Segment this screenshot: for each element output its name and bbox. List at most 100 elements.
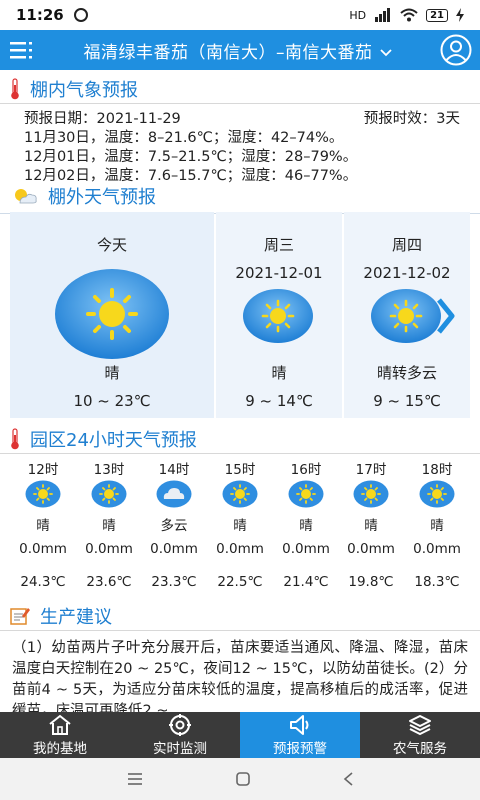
home-button-icon[interactable] bbox=[235, 771, 251, 787]
card-temperature: 9 ~ 14℃ bbox=[245, 392, 313, 410]
alert-icon bbox=[290, 714, 309, 735]
daily-forecast-list[interactable]: 今天 晴 10 ~ 23℃ 周三 2021-12-01 晴 9 ~ 14℃ 周四… bbox=[10, 212, 480, 418]
advice-text: （1）幼苗两片子叶充分展开后，苗床要适当通风、降温、降湿，苗床温度白天控制在20… bbox=[12, 640, 468, 712]
user-icon bbox=[440, 34, 472, 66]
base-selector[interactable]: 福清绿丰番茄（南信大）–南信大番茄 bbox=[44, 38, 432, 63]
hourly-forecast-list[interactable]: 12时 晴 0.0mm 24.3℃ 13时 晴 0.0mm 23.6℃ 14时 … bbox=[0, 456, 480, 606]
home-icon bbox=[49, 714, 71, 735]
base-title: 福清绿丰番茄（南信大）–南信大番茄 bbox=[83, 42, 373, 63]
hour-temperature: 23.3℃ bbox=[151, 574, 197, 590]
nav-label: 农气服务 bbox=[393, 740, 447, 757]
system-navigation-bar bbox=[0, 758, 480, 800]
hour-condition: 多云 bbox=[160, 518, 188, 534]
card-condition: 晴 bbox=[104, 364, 120, 382]
wifi-icon bbox=[400, 8, 418, 22]
hour-rainfall: 0.0mm bbox=[150, 541, 198, 557]
hourly-section-header: 园区24小时天气预报 bbox=[0, 424, 480, 454]
hourly-title: 园区24小时天气预报 bbox=[30, 430, 197, 451]
sun-icon bbox=[222, 480, 258, 508]
hour-condition: 晴 bbox=[299, 518, 313, 534]
hour-time: 18时 bbox=[421, 462, 453, 478]
card-day: 今天 bbox=[96, 236, 127, 254]
hour-rainfall: 0.0mm bbox=[216, 541, 264, 557]
card-day: 周四 bbox=[391, 236, 422, 254]
hour-time: 13时 bbox=[93, 462, 125, 478]
user-button[interactable] bbox=[432, 30, 480, 70]
card-date: 2021-12-01 bbox=[235, 264, 323, 282]
advice-section-header: 生产建议 bbox=[0, 601, 480, 631]
greenhouse-line: 11月30日，温度：8–21.6℃；湿度：42–74%。 bbox=[24, 130, 344, 146]
hour-temperature: 24.3℃ bbox=[20, 574, 66, 590]
greenhouse-section-header: 棚内气象预报 bbox=[0, 74, 480, 104]
nav-agri-service[interactable]: 农气服务 bbox=[360, 712, 480, 758]
hour-rainfall: 0.0mm bbox=[347, 541, 395, 557]
hour-time: 14时 bbox=[158, 462, 190, 478]
layers-icon bbox=[409, 714, 431, 735]
hour-temperature: 22.5℃ bbox=[217, 574, 263, 590]
status-bar: 11:26 HD 21 bbox=[0, 0, 480, 30]
hour-condition: 晴 bbox=[233, 518, 247, 534]
hour-time: 17时 bbox=[355, 462, 387, 478]
card-condition: 晴 bbox=[271, 364, 287, 382]
hour-time: 12时 bbox=[27, 462, 59, 478]
hour-condition: 晴 bbox=[36, 518, 50, 534]
note-icon bbox=[10, 608, 30, 625]
forecast-card-day[interactable]: 周三 2021-12-01 晴 9 ~ 14℃ bbox=[216, 212, 342, 418]
monitor-icon bbox=[169, 713, 191, 736]
back-icon[interactable] bbox=[342, 771, 354, 787]
hour-condition: 晴 bbox=[102, 518, 116, 534]
card-condition: 晴转多云 bbox=[376, 364, 437, 382]
hour-rainfall: 0.0mm bbox=[85, 541, 133, 557]
hour-temperature: 19.8℃ bbox=[348, 574, 394, 590]
hour-time: 15时 bbox=[224, 462, 256, 478]
hour-rainfall: 0.0mm bbox=[413, 541, 461, 557]
card-temperature: 9 ~ 15℃ bbox=[373, 392, 441, 410]
card-temperature: 10 ~ 23℃ bbox=[73, 392, 151, 410]
hour-temperature: 18.3℃ bbox=[414, 574, 460, 590]
sun-icon bbox=[288, 480, 324, 508]
battery-level: 21 bbox=[430, 9, 444, 21]
advice-title: 生产建议 bbox=[40, 607, 112, 628]
nav-monitoring[interactable]: 实时监测 bbox=[120, 712, 240, 758]
partly-cloudy-icon bbox=[15, 189, 37, 204]
sun-icon bbox=[55, 269, 169, 359]
chevron-down-icon bbox=[380, 48, 393, 56]
menu-icon bbox=[10, 42, 32, 59]
nav-my-base[interactable]: 我的基地 bbox=[0, 712, 120, 758]
charging-icon bbox=[456, 8, 464, 22]
nav-label: 实时监测 bbox=[153, 740, 207, 757]
signal-icon bbox=[375, 8, 391, 22]
thermometer-icon bbox=[11, 78, 19, 100]
sun-icon bbox=[371, 289, 441, 343]
recent-apps-icon[interactable] bbox=[126, 772, 144, 786]
sun-icon bbox=[25, 480, 61, 508]
hour-rainfall: 0.0mm bbox=[282, 541, 330, 557]
outdoor-section-header: 棚外天气预报 bbox=[0, 181, 480, 214]
nav-label: 预报预警 bbox=[273, 740, 327, 757]
forecast-card-today[interactable]: 今天 晴 10 ~ 23℃ bbox=[10, 212, 214, 418]
sun-icon bbox=[243, 289, 313, 343]
card-day: 周三 bbox=[263, 236, 294, 254]
hour-condition: 晴 bbox=[430, 518, 444, 534]
thermometer-icon bbox=[11, 428, 19, 450]
greenhouse-forecast: 预报日期：2021-11-29 预报时效：3天 11月30日，温度：8–21.6… bbox=[24, 110, 460, 186]
sun-icon bbox=[91, 480, 127, 508]
nav-label: 我的基地 bbox=[33, 740, 87, 757]
hour-condition: 晴 bbox=[364, 518, 378, 534]
status-icons: HD 21 bbox=[349, 8, 464, 22]
bottom-navigation: 我的基地 实时监测 预报预警 农气服务 bbox=[0, 712, 480, 758]
chevron-right-icon[interactable] bbox=[436, 298, 456, 334]
hour-rainfall: 0.0mm bbox=[19, 541, 67, 557]
sun-icon bbox=[353, 480, 389, 508]
forecast-date: 预报日期：2021-11-29 bbox=[24, 111, 181, 127]
cloud-icon bbox=[156, 480, 192, 508]
outdoor-title: 棚外天气预报 bbox=[48, 187, 156, 208]
nav-forecast-alert[interactable]: 预报预警 bbox=[240, 712, 360, 758]
status-time: 11:26 bbox=[16, 6, 64, 24]
menu-button[interactable] bbox=[0, 30, 44, 70]
hour-temperature: 23.6℃ bbox=[86, 574, 132, 590]
battery-indicator: 21 bbox=[426, 8, 448, 22]
alarm-icon bbox=[73, 8, 88, 22]
forecast-validity: 预报时效：3天 bbox=[363, 111, 460, 127]
hour-temperature: 21.4℃ bbox=[283, 574, 329, 590]
